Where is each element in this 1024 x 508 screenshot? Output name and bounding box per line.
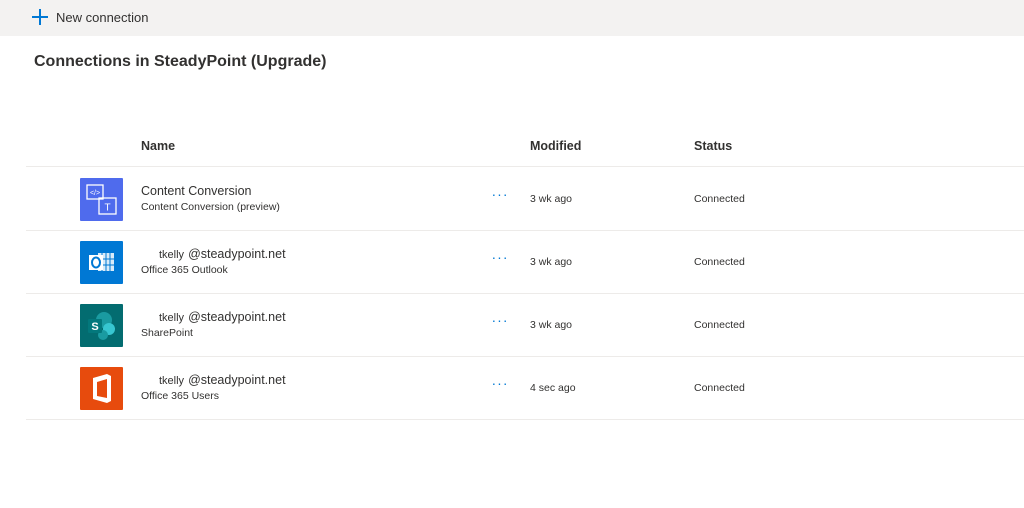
plus-icon bbox=[32, 9, 48, 25]
svg-text:S: S bbox=[91, 321, 98, 333]
more-options-button[interactable]: ··· bbox=[490, 187, 510, 205]
outlook-icon bbox=[80, 241, 123, 284]
connection-name[interactable]: tkelly @steadypoint.net bbox=[141, 373, 286, 387]
svg-text:</>: </> bbox=[90, 190, 100, 197]
connector-name: Office 365 Outlook bbox=[141, 264, 228, 276]
table-row[interactable]: tkelly @steadypoint.net Office 365 Outloo… bbox=[26, 230, 1024, 294]
connector-name: Office 365 Users bbox=[141, 390, 220, 402]
content-conversion-icon: </> T bbox=[80, 178, 123, 221]
more-options-button[interactable]: ··· bbox=[490, 376, 510, 394]
table-row[interactable]: tkelly @steadypoint.net Office 365 Users … bbox=[26, 356, 1024, 420]
more-options-button[interactable]: ··· bbox=[490, 313, 510, 331]
connector-name: Content Conversion (preview) bbox=[141, 201, 280, 213]
connection-name[interactable]: Content Conversion bbox=[141, 184, 251, 198]
new-connection-label: New connection bbox=[56, 9, 149, 25]
modified-value: 3 wk ago bbox=[530, 256, 573, 268]
more-options-button[interactable]: ··· bbox=[490, 250, 510, 268]
column-header-name[interactable]: Name bbox=[141, 139, 175, 153]
connection-name[interactable]: tkelly @steadypoint.net bbox=[141, 310, 286, 324]
status-value: Connected bbox=[694, 256, 745, 268]
new-connection-button[interactable]: New connection bbox=[32, 6, 149, 28]
table-row[interactable]: S tkelly @steadypoint.net SharePoint ··· … bbox=[26, 293, 1024, 357]
office-icon bbox=[80, 367, 123, 410]
status-value: Connected bbox=[694, 319, 745, 331]
modified-value: 4 sec ago bbox=[530, 382, 576, 394]
sharepoint-icon: S bbox=[80, 304, 123, 347]
page-title: Connections in SteadyPoint (Upgrade) bbox=[34, 53, 327, 70]
status-value: Connected bbox=[694, 193, 745, 205]
connector-name: SharePoint bbox=[141, 327, 193, 339]
status-value: Connected bbox=[694, 382, 745, 394]
column-header-status[interactable]: Status bbox=[694, 139, 732, 153]
command-bar: New connection bbox=[0, 0, 1024, 36]
modified-value: 3 wk ago bbox=[530, 319, 573, 331]
modified-value: 3 wk ago bbox=[530, 193, 573, 205]
column-header-modified[interactable]: Modified bbox=[530, 139, 581, 153]
connection-name[interactable]: tkelly @steadypoint.net bbox=[141, 247, 286, 261]
svg-text:T: T bbox=[104, 203, 110, 214]
table-row[interactable]: </> T Content Conversion Content Convers… bbox=[26, 167, 1024, 231]
